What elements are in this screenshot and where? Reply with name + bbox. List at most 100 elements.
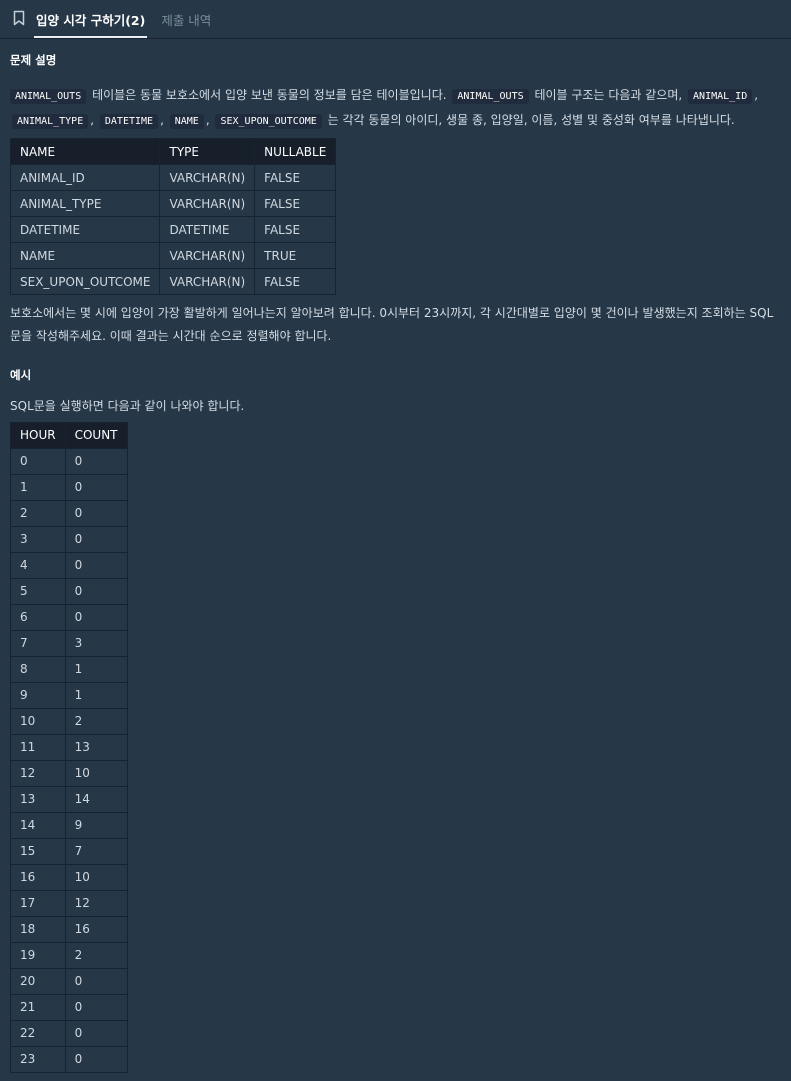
result-row: 40 xyxy=(10,551,128,579)
table-cell: 12 xyxy=(10,759,66,787)
tab-problem[interactable]: 입양 시각 구하기(2) xyxy=(34,0,148,38)
table-cell: 16 xyxy=(10,863,66,891)
table-cell: 14 xyxy=(10,811,66,839)
code-datetime: DATETIME xyxy=(99,113,159,129)
table-cell: 18 xyxy=(10,915,66,943)
table-cell: 1 xyxy=(64,681,128,709)
intro-text-3: 는 각각 동물의 아이디, 생물 종, 입양일, 이름, 성별 및 중성화 여부… xyxy=(327,112,735,127)
table-cell: 15 xyxy=(10,837,66,865)
table-cell: 0 xyxy=(64,499,128,527)
result-row: 15 7 xyxy=(10,837,128,865)
column-header: COUNT xyxy=(64,421,128,449)
table-cell: 0 xyxy=(64,473,128,501)
table-cell: 10 xyxy=(64,759,128,787)
schema-row: ANIMAL_TYPE VARCHAR(N) FALSE xyxy=(9,190,337,217)
column-header: NULLABLE xyxy=(254,138,337,165)
result-row: 22 0 xyxy=(10,1019,128,1047)
table-cell: 22 xyxy=(10,1019,66,1047)
table-cell: 14 xyxy=(64,785,128,813)
result-row: 10 xyxy=(10,473,128,501)
table-cell: 13 xyxy=(10,785,66,813)
schema-table: NAME TYPE NULLABLE ANIMAL_ID VARCHAR(N) FA… xyxy=(9,138,337,295)
table-cell: 2 xyxy=(64,707,128,735)
result-row: 13 14 xyxy=(10,785,128,813)
result-header-row: HOUR COUNT xyxy=(10,421,128,449)
table-cell: TRUE xyxy=(254,242,337,269)
result-row: 17 12 xyxy=(10,889,128,917)
table-cell: 9 xyxy=(10,681,66,709)
task-paragraph: 보호소에서는 몇 시에 입양이 가장 활발하게 일어나는지 알아보려 합니다. … xyxy=(10,306,774,343)
result-row: 12 10 xyxy=(10,759,128,787)
intro-text-2: 테이블 구조는 다음과 같으며, xyxy=(534,88,683,102)
intro-paragraph: ANIMAL_OUTS 테이블은 동물 보호소에서 입양 보낸 동물의 정보를 … xyxy=(10,84,781,133)
table-cell: 9 xyxy=(64,811,128,839)
result-row: 11 13 xyxy=(10,733,128,761)
schema-row: SEX_UPON_OUTCOME VARCHAR(N) FALSE xyxy=(9,268,337,295)
table-cell: 13 xyxy=(64,733,128,761)
intro-text-1: 테이블은 동물 보호소에서 입양 보낸 동물의 정보를 담은 테이블입니다. xyxy=(92,88,447,102)
table-cell: ANIMAL_TYPE xyxy=(9,190,161,217)
table-cell: FALSE xyxy=(254,190,337,217)
bookmark-icon[interactable] xyxy=(12,10,26,26)
table-cell: 2 xyxy=(64,941,128,969)
table-cell: 0 xyxy=(64,525,128,553)
result-row: 21 0 xyxy=(10,993,128,1021)
code-animal-type: ANIMAL_TYPE xyxy=(12,113,89,129)
table-cell: 0 xyxy=(64,603,128,631)
table-cell: 1 xyxy=(10,473,66,501)
table-cell: 0 xyxy=(10,447,66,475)
table-cell: 10 xyxy=(64,863,128,891)
tab-submissions[interactable]: 제출 내역 xyxy=(159,0,213,38)
table-cell: 0 xyxy=(64,447,128,475)
table-cell: VARCHAR(N) xyxy=(159,268,256,295)
schema-header-row: NAME TYPE NULLABLE xyxy=(9,138,337,165)
comma: , xyxy=(205,112,210,127)
table-cell: 7 xyxy=(64,837,128,865)
result-row: 30 xyxy=(10,525,128,553)
table-cell: ANIMAL_ID xyxy=(9,164,161,191)
result-row: 00 xyxy=(10,447,128,475)
example-paragraph: SQL문을 실행하면 다음과 같이 나와야 합니다. xyxy=(10,399,245,413)
table-cell: 2 xyxy=(10,499,66,527)
table-cell: 20 xyxy=(10,967,66,995)
result-row: 23 0 xyxy=(10,1045,128,1073)
table-cell: 8 xyxy=(10,655,66,683)
table-cell: 10 xyxy=(10,707,66,735)
table-cell: NAME xyxy=(9,242,161,269)
table-cell: 0 xyxy=(64,967,128,995)
table-cell: 19 xyxy=(10,941,66,969)
table-cell: 1 xyxy=(64,655,128,683)
table-cell: VARCHAR(N) xyxy=(159,164,256,191)
result-row: 16 10 xyxy=(10,863,128,891)
table-cell: 3 xyxy=(10,525,66,553)
result-row: 18 16 xyxy=(10,915,128,943)
tab-bar: 입양 시각 구하기(2) 제출 내역 xyxy=(0,0,791,39)
table-cell: 0 xyxy=(64,551,128,579)
table-cell: 11 xyxy=(10,733,66,761)
result-row: 60 xyxy=(10,603,128,631)
table-cell: 0 xyxy=(64,1019,128,1047)
example-heading: 예시 xyxy=(10,368,32,382)
table-cell: VARCHAR(N) xyxy=(159,242,256,269)
result-row: 81 xyxy=(10,655,128,683)
table-cell: 3 xyxy=(64,629,128,657)
schema-row: NAME VARCHAR(N) TRUE xyxy=(9,242,337,269)
result-row: 20 xyxy=(10,499,128,527)
column-header: NAME xyxy=(9,138,161,165)
table-cell: 12 xyxy=(64,889,128,917)
table-cell: DATETIME xyxy=(159,216,256,243)
table-cell: 21 xyxy=(10,993,66,1021)
table-cell: 0 xyxy=(64,577,128,605)
table-cell: 0 xyxy=(64,993,128,1021)
table-cell: FALSE xyxy=(254,216,337,243)
description-heading: 문제 설명 xyxy=(10,53,57,67)
result-row: 50 xyxy=(10,577,128,605)
table-cell: 7 xyxy=(10,629,66,657)
table-cell: SEX_UPON_OUTCOME xyxy=(9,268,161,295)
result-row: 14 9 xyxy=(10,811,128,839)
comma: , xyxy=(90,112,95,127)
schema-row: DATETIME DATETIME FALSE xyxy=(9,216,337,243)
result-row: 73 xyxy=(10,629,128,657)
table-cell: 6 xyxy=(10,603,66,631)
problem-content: 문제 설명 ANIMAL_OUTS 테이블은 동물 보호소에서 입양 보낸 동물… xyxy=(0,52,791,1073)
